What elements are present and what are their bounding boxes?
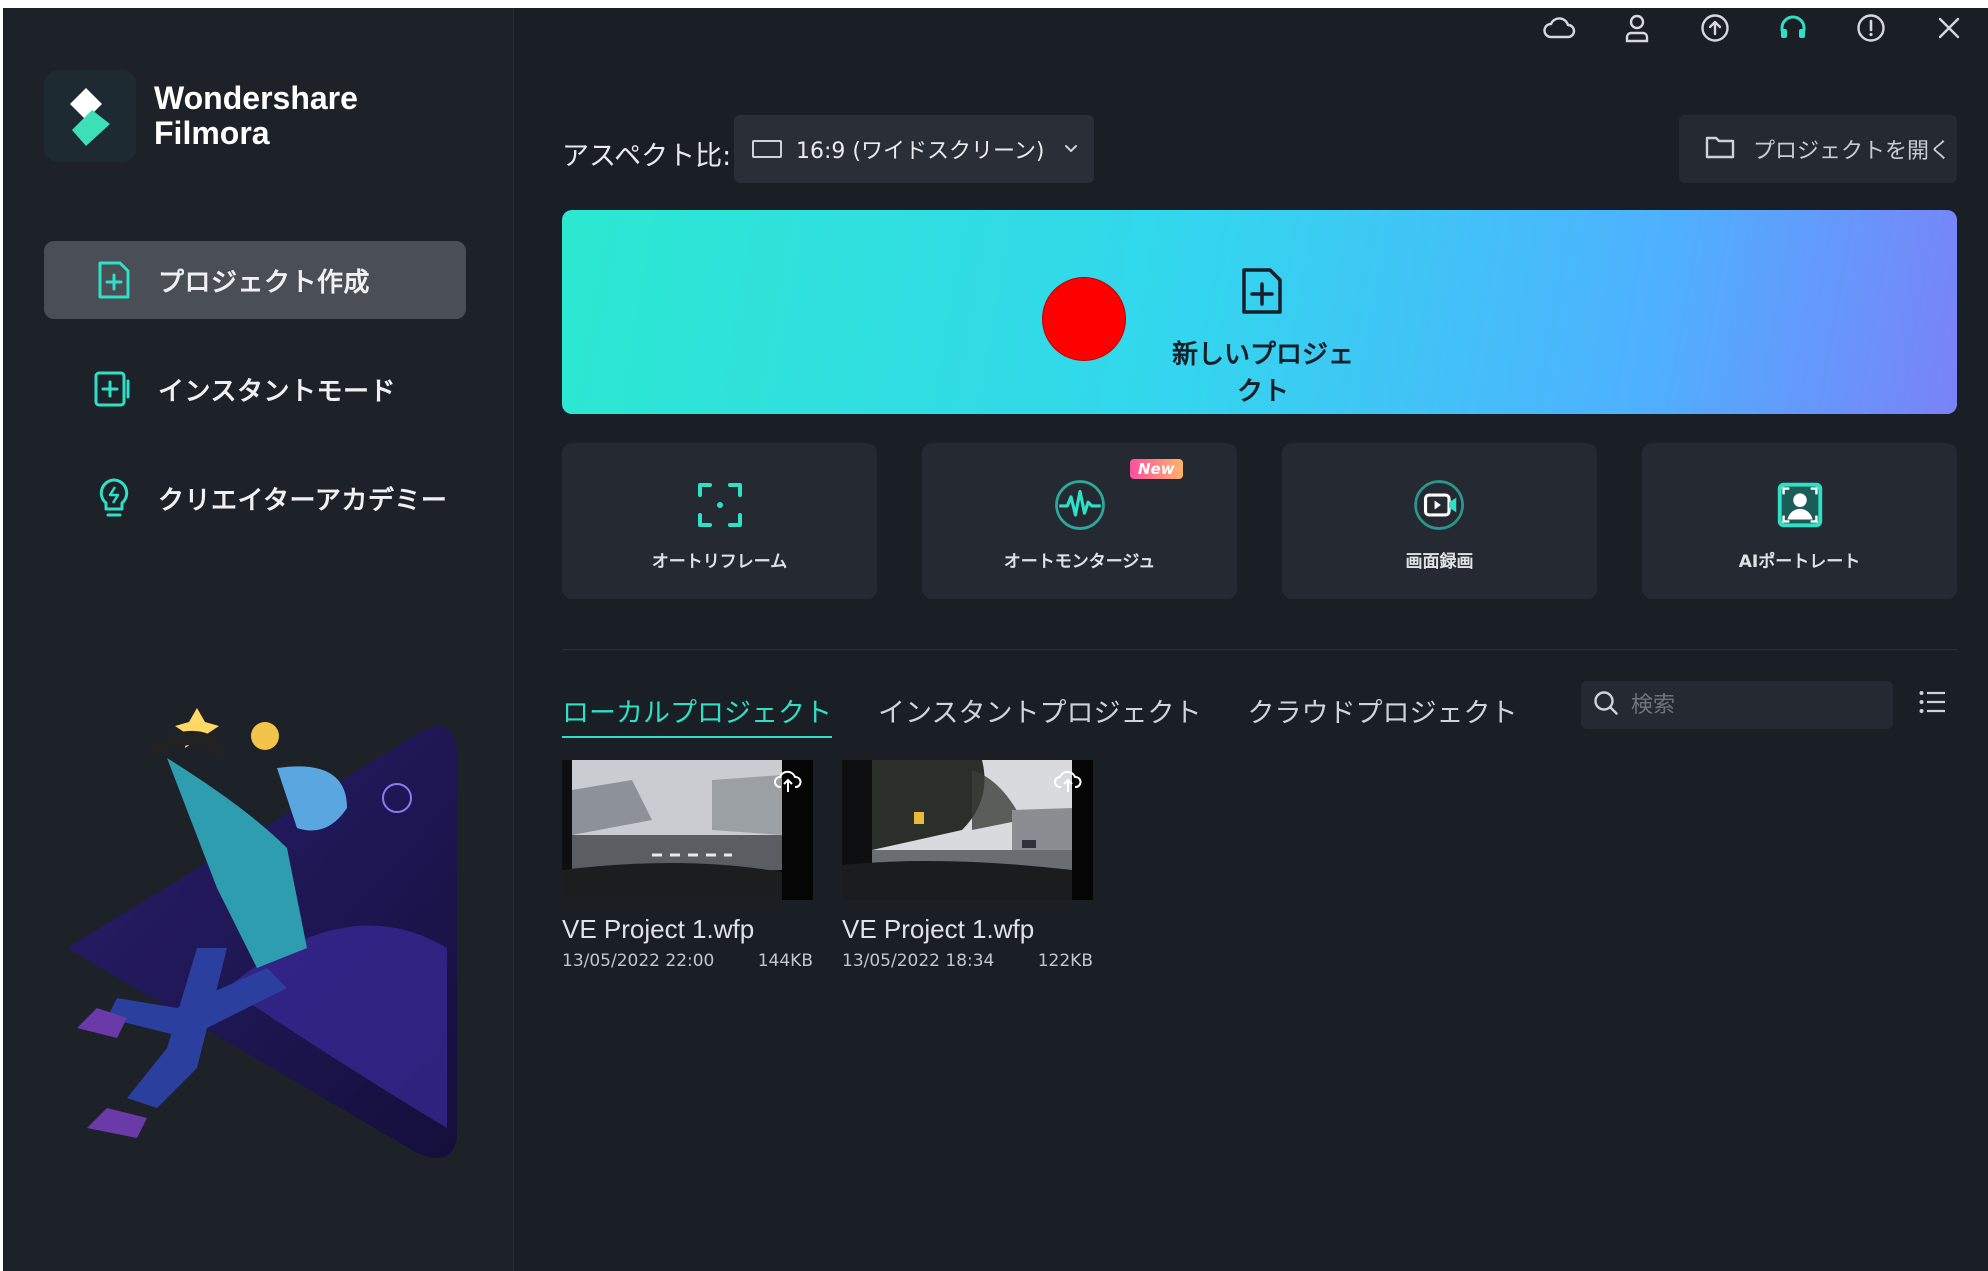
project-list: VE Project 1.wfp 13/05/2022 22:00 144KB — [562, 760, 1122, 971]
sidebar-item-label: プロジェクト作成 — [158, 267, 371, 298]
filmora-logo-icon — [44, 70, 136, 162]
open-project-button[interactable]: プロジェクトを開く — [1679, 115, 1957, 183]
aspect-ratio-value: 16:9 (ワイドスクリーン) — [796, 139, 1045, 164]
filmora-start-window: Wondershare Filmora プロジェクト作成 インスタントモード ク… — [3, 8, 1988, 1271]
project-card[interactable]: VE Project 1.wfp 13/05/2022 22:00 144KB — [562, 760, 813, 971]
project-size: 144KB — [757, 951, 813, 971]
support-headset-icon[interactable] — [1754, 8, 1832, 48]
project-date: 13/05/2022 22:00 — [562, 951, 715, 971]
section-divider — [562, 649, 1957, 650]
tool-label: 画面録画 — [1405, 552, 1474, 572]
project-name: VE Project 1.wfp — [842, 914, 1035, 944]
add-file-icon — [1239, 266, 1285, 320]
tool-label: オートモンタージュ — [1003, 552, 1156, 572]
project-card[interactable]: VE Project 1.wfp 13/05/2022 18:34 122KB — [842, 760, 1093, 971]
chevron-down-icon — [1062, 139, 1080, 161]
aspect-ratio-label: アスペクト比: — [562, 141, 732, 172]
window-toolbar — [1520, 8, 1988, 48]
project-tabs: ローカルプロジェクト インスタントプロジェクト クラウドプロジェクト — [562, 691, 1563, 738]
open-project-label: プロジェクトを開く — [1753, 139, 1952, 164]
sidebar-item-label: インスタントモード — [158, 376, 396, 407]
project-meta: 13/05/2022 22:00 144KB — [562, 951, 813, 971]
sidebar-item-label: クリエイターアカデミー — [158, 485, 448, 516]
ai-portrait-icon — [1772, 477, 1828, 533]
cloud-upload-icon[interactable] — [1053, 768, 1083, 798]
tool-ai-portrait[interactable]: AIポートレート — [1642, 443, 1957, 599]
cloud-icon[interactable] — [1520, 8, 1598, 48]
new-project-icon — [92, 258, 136, 302]
cloud-upload-icon[interactable] — [773, 768, 803, 798]
sidebar: Wondershare Filmora プロジェクト作成 インスタントモード ク… — [3, 8, 514, 1271]
tool-label: AIポートレート — [1738, 552, 1861, 572]
new-project-label: 新しいプロジェクト — [1171, 340, 1354, 407]
new-project-button[interactable]: 新しいプロジェクト — [562, 210, 1957, 414]
folder-icon — [1705, 134, 1735, 164]
lightbulb-icon — [92, 476, 136, 520]
sidebar-item-instant-mode[interactable]: インスタントモード — [44, 350, 466, 428]
brand-line-2: Filmora — [154, 115, 270, 151]
tool-tiles: オートリフレーム New オートモンタージュ 画面録画 AIポートレート — [562, 443, 1957, 599]
aspect-ratio-dropdown[interactable]: 16:9 (ワイドスクリーン) — [734, 115, 1094, 183]
tool-screen-record[interactable]: 画面録画 — [1282, 443, 1597, 599]
search-icon — [1593, 690, 1619, 720]
upload-icon[interactable] — [1676, 8, 1754, 48]
tab-cloud-projects[interactable]: クラウドプロジェクト — [1247, 691, 1517, 738]
account-icon[interactable] — [1598, 8, 1676, 48]
project-date: 13/05/2022 18:34 — [842, 951, 995, 971]
project-name: VE Project 1.wfp — [562, 914, 755, 944]
list-view-icon[interactable] — [1919, 690, 1945, 718]
tool-auto-reframe[interactable]: オートリフレーム — [562, 443, 877, 599]
brand-line-1: Wondershare — [154, 80, 358, 116]
search-input[interactable] — [1631, 692, 1871, 718]
app-logo: Wondershare Filmora — [44, 70, 358, 162]
project-search — [1581, 681, 1893, 729]
auto-reframe-icon — [692, 477, 748, 533]
project-meta: 13/05/2022 18:34 122KB — [842, 951, 1093, 971]
new-badge: New — [1130, 459, 1183, 479]
sidebar-item-create-project[interactable]: プロジェクト作成 — [44, 241, 466, 319]
tool-auto-montage[interactable]: New オートモンタージュ — [922, 443, 1237, 599]
brand-name: Wondershare Filmora — [154, 81, 358, 151]
auto-montage-icon — [1052, 477, 1108, 533]
close-icon[interactable] — [1910, 8, 1988, 48]
info-icon[interactable] — [1832, 8, 1910, 48]
project-size: 122KB — [1037, 951, 1093, 971]
instant-mode-icon — [92, 367, 136, 411]
tool-label: オートリフレーム — [651, 552, 788, 572]
sidebar-illustration — [47, 688, 467, 1188]
tab-local-projects[interactable]: ローカルプロジェクト — [562, 691, 832, 738]
click-marker — [1042, 277, 1126, 361]
tab-instant-projects[interactable]: インスタントプロジェクト — [878, 691, 1201, 738]
screen-record-icon — [1412, 477, 1468, 533]
sidebar-item-creator-academy[interactable]: クリエイターアカデミー — [44, 459, 466, 537]
widescreen-icon — [752, 140, 782, 158]
project-thumbnail — [842, 760, 1093, 900]
project-thumbnail — [562, 760, 813, 900]
